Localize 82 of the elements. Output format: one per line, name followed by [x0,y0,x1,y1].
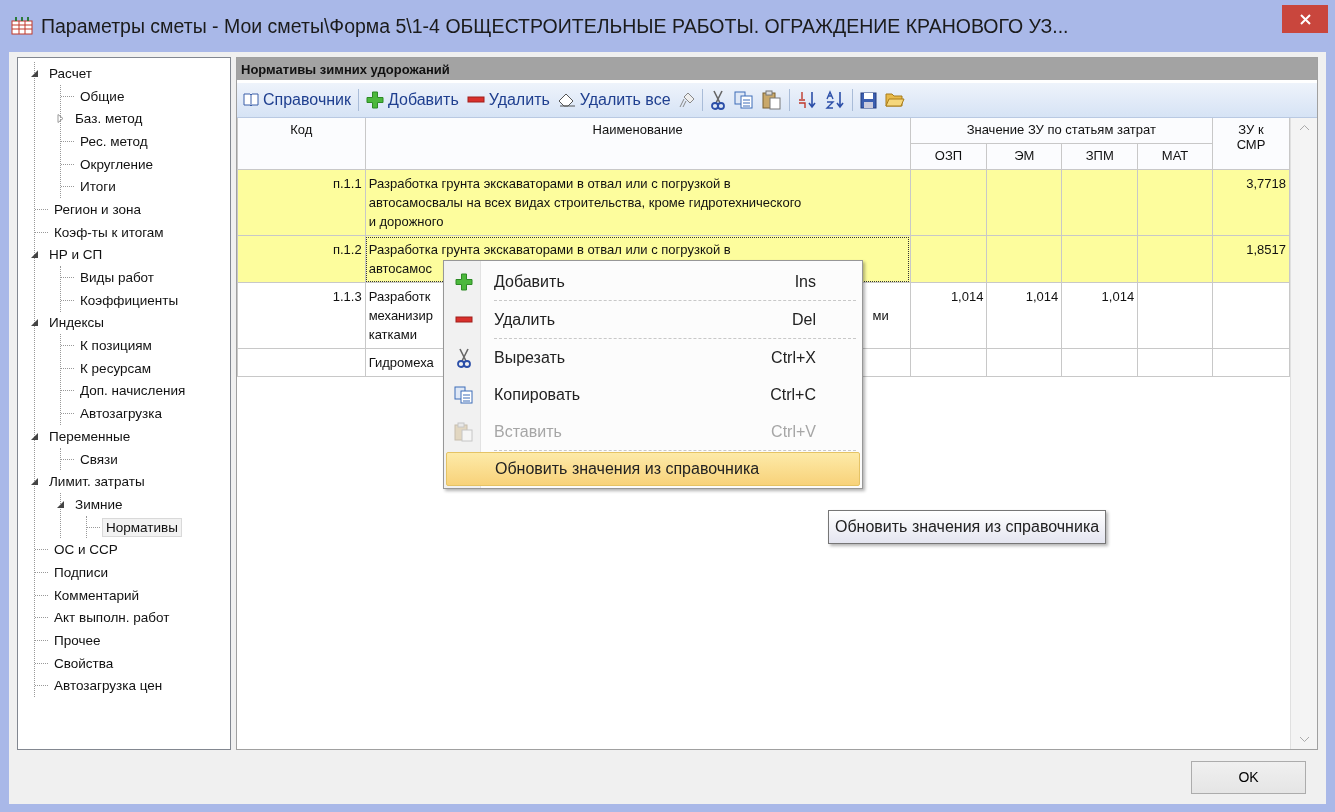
table-cell: 3,7718 [1212,169,1290,236]
window-title: Параметры сметы - Мои сметы\Форма 5\1-4 ОБЩЕСТРОИТЕЛЬНЫЕ РАБОТЫ. ОГРАЖДЕНИЕ КРАНОВОГО УЗ... [41,14,1070,38]
expanded-arrow-icon[interactable] [30,431,39,441]
table-cell: 1,014 [986,282,1062,349]
minus-icon [455,315,473,324]
column-header[interactable]: ОЗП [910,143,987,170]
scissors-icon [709,90,726,110]
tree-item[interactable]: Связи [76,449,122,469]
tree-item[interactable]: Лимит. затраты [45,472,149,492]
copy-icon [454,385,474,404]
book-icon [243,93,259,107]
tree-item[interactable]: Комментарий [50,585,144,605]
toolbar-button[interactable]: Удалить [463,89,553,111]
tree-item[interactable]: Акт выполн. работ [50,608,174,628]
column-group-header: Значение ЗУ по статьям затрат [910,118,1213,144]
paste-icon [454,421,474,442]
panel-title: Нормативы зимних удорожаний [237,58,1317,80]
table-cell: п.1.2 [237,235,366,283]
expanded-arrow-icon[interactable] [56,499,65,509]
brush-icon [678,92,695,108]
eraser-icon [557,93,576,107]
tree-item[interactable]: НР и СП [45,245,107,265]
table-cell: Разработка грунта экскаваторами в отвал или с погрузкой в автосамосвалы на всех видах строительства, кроме гидротехнического и дорожного [365,169,911,236]
tree-item[interactable]: Доп. начисления [76,381,190,401]
column-header[interactable]: ЗПМ [1061,143,1138,170]
folder-icon [884,92,905,108]
tree-item[interactable]: Баз. метод [71,109,147,129]
column-header[interactable]: МАТ [1137,143,1213,170]
table-cell: 1,8517 [1212,235,1290,283]
tree-item[interactable]: Общие [76,86,129,106]
close-button[interactable] [1282,5,1328,33]
tree-item[interactable]: Нормативы [102,517,182,537]
toolbar-button[interactable]: Удалить все [554,89,674,111]
scissors-icon [456,347,472,368]
tree-item[interactable]: Рес. метод [76,131,152,151]
expanded-arrow-icon[interactable] [30,250,39,260]
plus-icon [366,91,384,109]
collapsed-arrow-icon[interactable] [56,114,65,124]
tooltip: Обновить значения из справочника [828,510,1107,544]
tree-item[interactable]: Автозагрузка цен [50,676,167,696]
tree-item[interactable]: Коэффициенты [76,290,183,310]
tree-item[interactable]: Итоги [76,177,120,197]
menu-item[interactable]: Обновить значения из справочника [446,452,860,486]
table-cell: 1,014 [910,282,987,349]
plus-icon [455,272,473,291]
toolbar-button[interactable]: Справочник [240,89,354,111]
copy-icon [733,91,754,109]
table-cell: 1.1.3 [237,282,366,349]
tree-item[interactable]: Свойства [50,653,118,673]
tree-item[interactable]: Автозагрузка [76,404,166,424]
tree-item[interactable]: Регион и зона [50,199,145,219]
tree-item[interactable]: Зимние [71,494,127,514]
tree-item[interactable]: Виды работ [76,268,159,288]
tree-item[interactable]: К позициям [76,336,156,356]
table-cell: 1,014 [1061,282,1138,349]
column-header[interactable]: ЭМ [986,143,1062,170]
tree-item[interactable]: Расчет [45,63,96,83]
expanded-arrow-icon[interactable] [30,68,39,78]
table-cell: п.1.1 [237,169,366,236]
tree-item[interactable]: Индексы [45,313,109,333]
tree-item[interactable]: ОС и ССР [50,540,122,560]
tree-item[interactable]: Переменные [45,426,135,446]
menu-item[interactable]: Копировать Ctrl+C [446,376,860,413]
sort-letters-icon [824,90,845,110]
column-header[interactable]: Наименование [365,118,911,170]
expanded-arrow-icon[interactable] [30,477,39,487]
tree-item[interactable]: К ресурсам [76,358,156,378]
expanded-arrow-icon[interactable] [30,318,39,328]
menu-item[interactable]: Удалить Del [446,301,860,338]
minus-icon [466,96,485,104]
tree-item[interactable]: Прочее [50,631,105,651]
paste-icon [761,90,782,110]
toolbar-button[interactable]: Добавить [363,89,462,111]
table-icon [11,16,33,36]
column-header[interactable]: ЗУ к СМР [1212,118,1290,170]
tree-item[interactable]: Подписи [50,562,112,582]
tree-item[interactable]: Коэф-ты к итогам [50,222,168,242]
sort-numbers-icon [796,90,817,110]
tree-item[interactable]: Округление [76,154,158,174]
ok-button[interactable]: OK [1191,760,1306,794]
close-icon [1299,13,1311,25]
column-header[interactable]: Код [237,118,366,170]
